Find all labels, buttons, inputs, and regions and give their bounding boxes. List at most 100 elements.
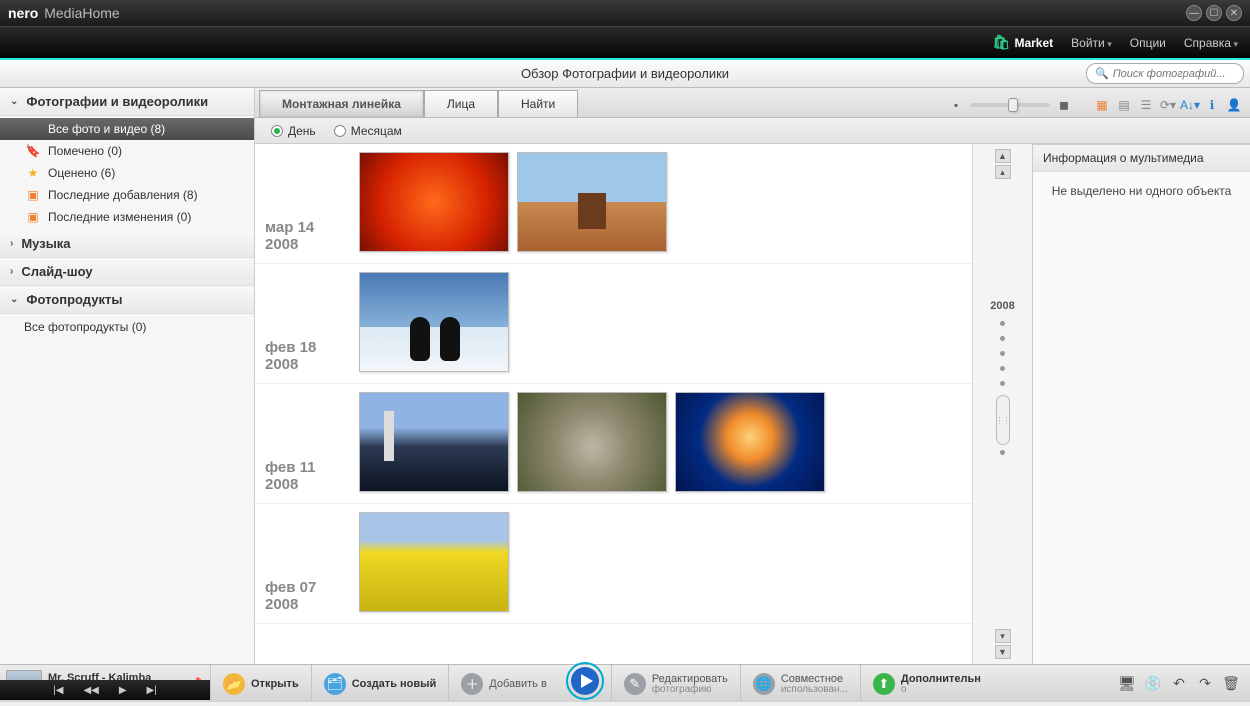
date-group: фев 11 2008 bbox=[255, 384, 972, 504]
trash-icon[interactable]: 🗑 bbox=[1222, 675, 1240, 693]
timeline-dot[interactable] bbox=[1000, 366, 1005, 371]
close-button[interactable]: ✕ bbox=[1226, 5, 1242, 21]
thumbnail[interactable] bbox=[359, 512, 509, 612]
monitor-icon[interactable]: 🖥 bbox=[1118, 675, 1136, 693]
recent-changed-icon: ▣ bbox=[24, 210, 42, 224]
tabs-row: Монтажная линейка Лица Найти ▪ ◼ ▦ ▤ ☰ ⟳… bbox=[255, 88, 1250, 118]
disc-icon[interactable]: 💿 bbox=[1144, 675, 1162, 693]
thumbnail[interactable] bbox=[359, 152, 509, 252]
zoom-thumb[interactable] bbox=[1008, 98, 1018, 112]
info-toggle-icon[interactable]: ℹ bbox=[1204, 97, 1220, 113]
add-to-button[interactable]: ＋ Добавить в bbox=[448, 665, 559, 702]
edit-icon: ✎ bbox=[624, 673, 646, 695]
main: ⌄ Фотографии и видеоролики Все фото и ви… bbox=[0, 88, 1250, 664]
minimize-button[interactable]: — bbox=[1186, 5, 1202, 21]
zoom-slider[interactable] bbox=[970, 103, 1050, 107]
info-panel: Информация о мультимедиа Не выделено ни … bbox=[1032, 144, 1250, 664]
create-new-button[interactable]: 🗂 Создать новый bbox=[311, 665, 449, 702]
help-menu[interactable]: Справка bbox=[1184, 36, 1238, 50]
thumbnail[interactable] bbox=[675, 392, 825, 492]
create-new-icon: 🗂 bbox=[324, 673, 346, 695]
date-label: фев 18 2008 bbox=[255, 264, 351, 383]
help-toggle-icon[interactable]: 👤 bbox=[1226, 97, 1242, 113]
prev-track-button[interactable]: |◀ bbox=[53, 685, 63, 696]
date-group: фев 18 2008 bbox=[255, 264, 972, 384]
view-grid-icon[interactable]: ▤ bbox=[1116, 97, 1132, 113]
timeline-handle[interactable]: ⋮⋮ bbox=[996, 395, 1010, 445]
sidebar-item-all-photos[interactable]: Все фото и видео (8) bbox=[0, 118, 254, 140]
timeline-down-button[interactable]: ▾ bbox=[995, 629, 1011, 643]
sidebar-item-recent-added[interactable]: ▣ Последние добавления (8) bbox=[0, 184, 254, 206]
timeline-dot[interactable] bbox=[1000, 450, 1005, 455]
timeline-up-button[interactable]: ▴ bbox=[995, 165, 1011, 179]
options-menu[interactable]: Опции bbox=[1130, 36, 1166, 50]
sidebar-section-slideshow[interactable]: › Слайд-шоу bbox=[0, 258, 254, 286]
play-button[interactable] bbox=[565, 661, 605, 701]
search-input[interactable] bbox=[1113, 68, 1233, 80]
sidebar-item-recent-changed[interactable]: ▣ Последние изменения (0) bbox=[0, 206, 254, 228]
folder-open-icon: 📂 bbox=[223, 673, 245, 695]
radio-on-icon bbox=[271, 125, 283, 137]
open-button[interactable]: 📂 Открыть bbox=[210, 665, 311, 702]
thumbnail[interactable] bbox=[359, 272, 509, 372]
photo-area[interactable]: мар 14 2008 фев 18 2008 bbox=[255, 144, 972, 664]
timeline-dot[interactable] bbox=[1000, 336, 1005, 341]
date-label: фев 11 2008 bbox=[255, 384, 351, 503]
tab-timeline[interactable]: Монтажная линейка bbox=[259, 90, 424, 117]
sidebar-item-all-photoproducts[interactable]: Все фотопродукты (0) bbox=[0, 316, 254, 338]
rotate-icon[interactable]: ⟳▾ bbox=[1160, 97, 1176, 113]
zoom-out-icon[interactable]: ▪ bbox=[948, 97, 964, 113]
thumbnail[interactable] bbox=[517, 392, 667, 492]
more-button[interactable]: ⬆ Дополнительн о bbox=[860, 665, 993, 702]
recent-added-icon: ▣ bbox=[24, 188, 42, 202]
tab-faces[interactable]: Лица bbox=[424, 90, 498, 117]
group-by-day[interactable]: День bbox=[271, 124, 316, 138]
timeline-top-button[interactable]: ▲ bbox=[995, 149, 1011, 163]
bookmark-icon: 🔖 bbox=[24, 144, 42, 158]
timeline-bottom-button[interactable]: ▼ bbox=[995, 645, 1011, 659]
timeline-dot[interactable] bbox=[1000, 351, 1005, 356]
rewind-button[interactable]: ◀◀ bbox=[83, 685, 98, 696]
edit-photo-button[interactable]: ✎ Редактировать фотографию bbox=[611, 665, 740, 702]
menubar: 🛍Market Войти Опции Справка bbox=[0, 26, 1250, 58]
maximize-button[interactable]: ☐ bbox=[1206, 5, 1222, 21]
star-icon: ★ bbox=[24, 166, 42, 180]
timeline-year: 2008 bbox=[990, 300, 1014, 312]
group-by-month[interactable]: Месяцам bbox=[334, 124, 402, 138]
market-link[interactable]: 🛍Market bbox=[993, 34, 1053, 51]
login-menu[interactable]: Войти bbox=[1071, 36, 1112, 50]
transport-play-button[interactable]: ▶ bbox=[119, 685, 127, 696]
info-panel-title: Информация о мультимедиа bbox=[1033, 145, 1250, 172]
sidebar-section-music[interactable]: › Музыка bbox=[0, 230, 254, 258]
sidebar-photos-items: Все фото и видео (8) 🔖 Помечено (0) ★ Оц… bbox=[0, 116, 254, 230]
window-controls: — ☐ ✕ bbox=[1186, 5, 1242, 21]
info-panel-body: Не выделено ни одного объекта bbox=[1033, 172, 1250, 210]
next-track-button[interactable]: ▶| bbox=[147, 685, 157, 696]
chevron-down-icon: ⌄ bbox=[10, 294, 18, 305]
group-by-row: День Месяцам bbox=[255, 118, 1250, 144]
share-button[interactable]: 🌐 Совместное использован... bbox=[740, 665, 860, 702]
undo-icon[interactable]: ↶ bbox=[1170, 675, 1188, 693]
search-box[interactable]: 🔍 bbox=[1086, 63, 1244, 84]
view-thumb-icon[interactable]: ▦ bbox=[1094, 97, 1110, 113]
timeline-rail: ▲ ▴ 2008 ⋮⋮ ▾ ▼ bbox=[972, 144, 1032, 664]
browser: мар 14 2008 фев 18 2008 bbox=[255, 144, 1250, 664]
sidebar-section-photoproducts[interactable]: ⌄ Фотопродукты bbox=[0, 286, 254, 314]
tab-find[interactable]: Найти bbox=[498, 90, 578, 117]
zoom-in-icon[interactable]: ◼ bbox=[1056, 97, 1072, 113]
sidebar-item-tagged[interactable]: 🔖 Помечено (0) bbox=[0, 140, 254, 162]
thumbnail[interactable] bbox=[359, 392, 509, 492]
titlebar: nero MediaHome — ☐ ✕ bbox=[0, 0, 1250, 26]
timeline-dot[interactable] bbox=[1000, 381, 1005, 386]
view-controls: ▪ ◼ ▦ ▤ ☰ ⟳▾ A↓▾ ℹ 👤 bbox=[948, 97, 1250, 117]
thumbnail[interactable] bbox=[517, 152, 667, 252]
redo-icon[interactable]: ↷ bbox=[1196, 675, 1214, 693]
sidebar-section-photos[interactable]: ⌄ Фотографии и видеоролики bbox=[0, 88, 254, 116]
share-icon: 🌐 bbox=[753, 673, 775, 695]
sort-icon[interactable]: A↓▾ bbox=[1182, 97, 1198, 113]
app-logo: nero MediaHome bbox=[8, 5, 120, 21]
sidebar: ⌄ Фотографии и видеоролики Все фото и ви… bbox=[0, 88, 255, 664]
sidebar-item-rated[interactable]: ★ Оценено (6) bbox=[0, 162, 254, 184]
view-list-icon[interactable]: ☰ bbox=[1138, 97, 1154, 113]
timeline-dot[interactable] bbox=[1000, 321, 1005, 326]
